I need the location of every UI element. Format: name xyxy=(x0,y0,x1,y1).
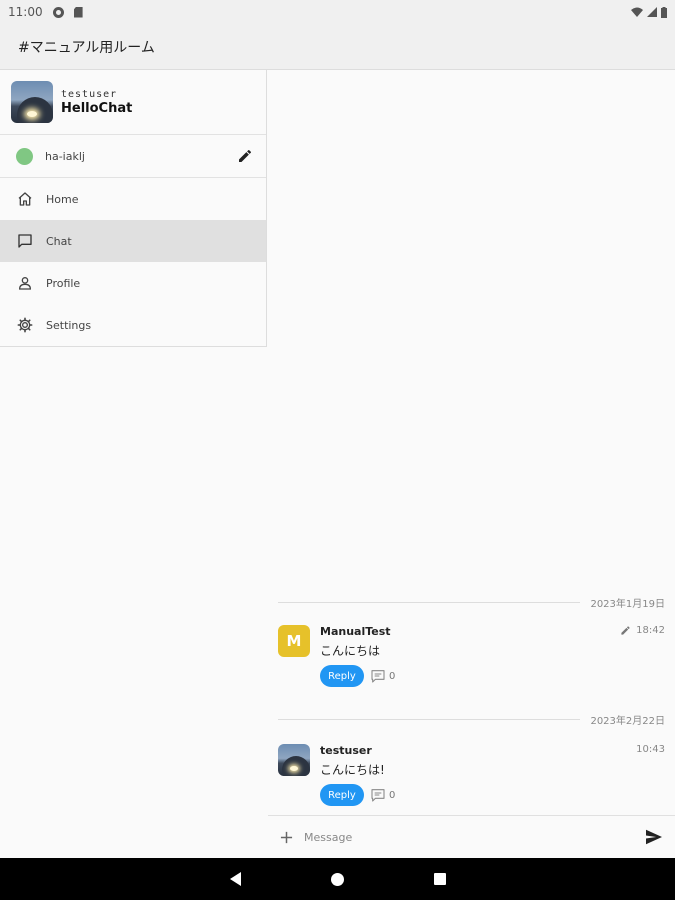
nav-label-settings: Settings xyxy=(46,318,92,332)
home-icon xyxy=(16,190,34,208)
comment-icon xyxy=(371,670,385,683)
nav-label-home: Home xyxy=(46,192,79,206)
user-status-row: ha-iaklj xyxy=(0,135,266,178)
navigation-drawer: testuser HelloChat ha-iaklj Home Chat Pr… xyxy=(0,70,267,347)
home-button[interactable] xyxy=(330,872,344,886)
message-time: 10:43 xyxy=(636,744,665,755)
back-button[interactable] xyxy=(229,872,241,886)
nav-item-chat[interactable]: Chat xyxy=(0,220,266,262)
message-avatar[interactable]: M xyxy=(278,625,310,657)
send-icon xyxy=(646,829,662,845)
edit-status-button[interactable] xyxy=(236,147,254,165)
drawer-app-name: HelloChat xyxy=(61,100,133,116)
sd-card-icon xyxy=(73,6,83,18)
nav-item-home[interactable]: Home xyxy=(0,178,266,220)
nav-item-profile[interactable]: Profile xyxy=(0,262,266,304)
message-text: こんにちは! xyxy=(320,763,385,777)
reply-button[interactable]: Reply xyxy=(320,784,364,806)
app-bar: #マニュアル用ルーム xyxy=(0,24,675,70)
room-title: #マニュアル用ルーム xyxy=(18,39,155,56)
thread-count-button[interactable]: 0 xyxy=(370,668,395,684)
person-icon xyxy=(16,274,34,292)
clock: 11:00 xyxy=(8,5,43,19)
battery-icon xyxy=(661,6,667,18)
nav-label-chat: Chat xyxy=(46,234,72,248)
status-text: ha-iaklj xyxy=(45,149,85,163)
message-author: testuser xyxy=(320,744,372,757)
nav-item-settings[interactable]: Settings xyxy=(0,304,266,346)
drawer-header: testuser HelloChat xyxy=(0,70,266,135)
comment-icon xyxy=(371,789,385,802)
nav-label-profile: Profile xyxy=(46,276,81,290)
status-indicator xyxy=(16,147,33,165)
date-separator: 2023年1月19日 xyxy=(278,595,665,610)
edited-pencil-icon xyxy=(621,626,630,635)
notification-icon xyxy=(52,6,64,18)
chat-panel: 2023年1月19日 M ManualTest こんにちは 18:42 Repl… xyxy=(268,70,675,815)
date-separator: 2023年2月22日 xyxy=(278,712,665,727)
reply-button[interactable]: Reply xyxy=(320,665,364,687)
drawer-username: testuser xyxy=(61,88,118,100)
add-attachment-button[interactable] xyxy=(278,829,294,845)
user-avatar[interactable] xyxy=(11,81,53,123)
date-label: 2023年2月22日 xyxy=(590,715,665,727)
message-time: 18:42 xyxy=(636,625,665,636)
thread-count-button[interactable]: 0 xyxy=(370,787,395,803)
message-item: testuser こんにちは! 10:43 Reply 0 xyxy=(278,744,665,810)
message-meta: 18:42 xyxy=(620,625,665,636)
message-input[interactable] xyxy=(304,830,643,844)
message-composer xyxy=(268,815,675,858)
message-text: こんにちは xyxy=(320,644,381,658)
chat-icon xyxy=(16,232,34,250)
gear-icon xyxy=(16,316,34,334)
wifi-icon xyxy=(631,7,643,17)
message-meta: 10:43 xyxy=(636,744,665,755)
message-item: M ManualTest こんにちは 18:42 Reply 0 xyxy=(278,625,665,691)
status-bar: 11:00 xyxy=(0,0,675,24)
thread-count: 0 xyxy=(389,789,396,801)
plus-icon xyxy=(280,831,292,843)
date-label: 2023年1月19日 xyxy=(590,598,665,610)
system-navigation-bar xyxy=(0,858,675,900)
send-button[interactable] xyxy=(643,826,665,848)
message-author: ManualTest xyxy=(320,625,391,638)
message-avatar[interactable] xyxy=(278,744,310,776)
thread-count: 0 xyxy=(389,670,396,682)
pencil-icon xyxy=(239,149,252,162)
recents-button[interactable] xyxy=(433,873,446,885)
signal-icon xyxy=(647,7,657,17)
